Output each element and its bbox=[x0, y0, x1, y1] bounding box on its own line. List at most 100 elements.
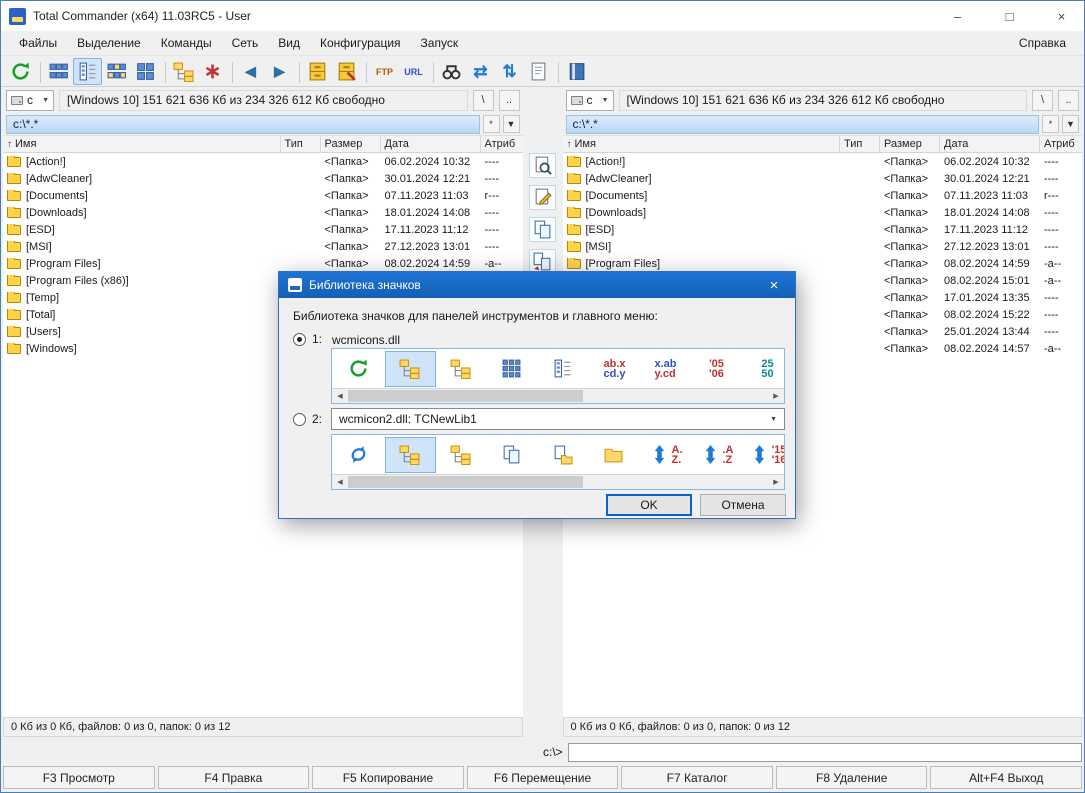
minimize-button[interactable]: – bbox=[935, 1, 980, 31]
file-row[interactable]: [AdwCleaner] <Папка> 30.01.2024 12:21 --… bbox=[3, 170, 523, 187]
ftp-connect-button[interactable]: FTP bbox=[370, 58, 399, 85]
cancel-button[interactable]: Отмена bbox=[700, 494, 786, 516]
column-header[interactable]: Тип bbox=[840, 136, 880, 152]
scrollbar-track[interactable] bbox=[348, 389, 768, 403]
copy-docs-icon[interactable] bbox=[487, 437, 538, 473]
history-button[interactable]: ▼ bbox=[1062, 115, 1079, 133]
pack-files-button[interactable] bbox=[303, 58, 332, 85]
file-row[interactable]: [ESD] <Папка> 17.11.2023 11:12 ---- bbox=[563, 221, 1083, 238]
sort-size-icon[interactable]: 25 50 bbox=[742, 351, 784, 387]
command-input[interactable] bbox=[567, 742, 1082, 762]
file-row[interactable]: [Program Files] <Папка> 08.02.2024 14:59… bbox=[3, 255, 523, 272]
tree-view-icon[interactable] bbox=[436, 351, 487, 387]
history-button[interactable]: ▼ bbox=[502, 115, 520, 133]
dialog-close-button[interactable]: × bbox=[753, 272, 795, 298]
library2-combobox[interactable]: wcmicon2.dll: TCNewLib1 ▼ bbox=[331, 408, 785, 430]
unpack-files-button[interactable] bbox=[332, 58, 361, 85]
function-key-button[interactable]: F6 Перемещение bbox=[466, 766, 619, 789]
strip1-scrollbar[interactable]: ◀ ▶ bbox=[332, 388, 784, 403]
copy-files-button[interactable] bbox=[529, 217, 556, 242]
forward-button[interactable]: ▶ bbox=[265, 58, 294, 85]
sync-dirs-button[interactable]: ⇅ bbox=[495, 58, 524, 85]
menu-item[interactable]: Выделение bbox=[67, 33, 151, 53]
custom-columns-button[interactable] bbox=[131, 58, 160, 85]
sort-year-icon[interactable]: '05'06 bbox=[691, 351, 742, 387]
compare-contents-button[interactable]: ⇄ bbox=[466, 58, 495, 85]
current-path-tab[interactable]: c:\*.* bbox=[6, 114, 480, 134]
sort-ext-icon[interactable]: ab.x cd.y bbox=[589, 351, 640, 387]
scroll-left-button[interactable]: ◀ bbox=[332, 389, 348, 403]
maximize-button[interactable]: □ bbox=[987, 1, 1032, 31]
parent-dir-button[interactable]: .. bbox=[498, 89, 520, 111]
toolbar-separator[interactable] bbox=[553, 59, 562, 84]
strip2-scrollbar[interactable]: ◀ ▶ bbox=[332, 474, 784, 489]
sort-date-icon[interactable]: '15'16 bbox=[742, 437, 784, 473]
ok-button[interactable]: OK bbox=[606, 494, 692, 516]
sort-name-icon[interactable]: A. Z. bbox=[640, 437, 691, 473]
toolbar-separator[interactable] bbox=[294, 59, 303, 84]
function-key-button[interactable]: F5 Копирование bbox=[312, 766, 464, 789]
column-header[interactable]: ↑ Имя bbox=[563, 136, 840, 152]
column-header[interactable]: Тип bbox=[281, 136, 321, 152]
toolbar-separator[interactable] bbox=[227, 59, 236, 84]
file-row[interactable]: [Downloads] <Папка> 18.01.2024 14:08 ---… bbox=[563, 204, 1083, 221]
favorites-button[interactable]: * bbox=[482, 115, 500, 133]
column-header[interactable]: Дата bbox=[381, 136, 481, 152]
function-key-button[interactable]: F7 Каталог bbox=[621, 766, 773, 789]
parent-dir-button[interactable]: .. bbox=[1058, 89, 1079, 111]
edit-file-button[interactable] bbox=[529, 185, 556, 210]
scroll-right-button[interactable]: ▶ bbox=[768, 389, 784, 403]
file-row[interactable]: [MSI] <Папка> 27.12.2023 13:01 ---- bbox=[3, 238, 523, 255]
list-view-icon[interactable] bbox=[538, 351, 589, 387]
file-row[interactable]: [Documents] <Папка> 07.11.2023 11:03 r--… bbox=[3, 187, 523, 204]
menu-item[interactable]: Сеть bbox=[222, 33, 269, 53]
view-file-button[interactable] bbox=[529, 153, 556, 178]
scrollbar-thumb[interactable] bbox=[348, 390, 584, 402]
radio-unchecked-icon[interactable] bbox=[293, 412, 306, 426]
refresh-button[interactable] bbox=[6, 58, 35, 85]
function-key-button[interactable]: F4 Правка bbox=[157, 766, 310, 789]
scroll-left-button[interactable]: ◀ bbox=[332, 475, 348, 489]
file-row[interactable]: [Action!] <Папка> 06.02.2024 10:32 ---- bbox=[563, 153, 1083, 170]
column-header[interactable]: Атриб bbox=[1040, 136, 1082, 152]
folder-icon[interactable] bbox=[589, 437, 640, 473]
brief-view-button[interactable] bbox=[44, 58, 73, 85]
function-key-button[interactable]: F8 Удаление bbox=[775, 766, 928, 789]
ftp-url-button[interactable]: URL bbox=[399, 58, 428, 85]
function-key-button[interactable]: F3 Просмотр bbox=[3, 766, 155, 789]
tree-view-icon-selected[interactable] bbox=[385, 436, 436, 473]
file-row[interactable]: [AdwCleaner] <Папка> 30.01.2024 12:21 --… bbox=[563, 170, 1083, 187]
back-button[interactable]: ◀ bbox=[236, 58, 265, 85]
full-view-button[interactable] bbox=[73, 57, 102, 85]
tree-view-icon[interactable] bbox=[436, 437, 487, 473]
menu-item[interactable]: Запуск bbox=[411, 33, 469, 53]
quick-filter-button[interactable]: ∗ bbox=[198, 58, 227, 85]
multi-rename-button[interactable] bbox=[524, 58, 553, 85]
column-header[interactable]: Дата bbox=[940, 136, 1040, 152]
refresh-icon[interactable] bbox=[334, 351, 385, 387]
menu-item[interactable]: Команды bbox=[151, 33, 222, 53]
file-row[interactable]: [MSI] <Папка> 27.12.2023 13:01 ---- bbox=[563, 238, 1083, 255]
file-row[interactable]: [Documents] <Папка> 07.11.2023 11:03 r--… bbox=[563, 187, 1083, 204]
sort-ext-icon[interactable]: .A .Z bbox=[691, 437, 742, 473]
menu-item[interactable]: Вид bbox=[268, 33, 310, 53]
scrollbar-track[interactable] bbox=[348, 475, 768, 489]
drive-selector[interactable]: c ▼ bbox=[565, 89, 614, 111]
scroll-right-button[interactable]: ▶ bbox=[768, 475, 784, 489]
radio-checked-icon[interactable] bbox=[293, 332, 306, 346]
menu-item-help[interactable]: Справка bbox=[1009, 33, 1076, 53]
column-header[interactable]: Размер bbox=[880, 136, 940, 152]
library1-radio[interactable]: 1: bbox=[293, 332, 322, 346]
toolbar-separator[interactable] bbox=[35, 59, 44, 84]
tree-view-button[interactable] bbox=[169, 58, 198, 85]
file-row[interactable]: [Program Files] <Папка> 08.02.2024 14:59… bbox=[563, 255, 1083, 272]
file-row[interactable]: [Action!] <Папка> 06.02.2024 10:32 ---- bbox=[3, 153, 523, 170]
doc-folder-icon[interactable] bbox=[538, 437, 589, 473]
scrollbar-thumb[interactable] bbox=[348, 476, 584, 488]
file-row[interactable]: [ESD] <Папка> 17.11.2023 11:12 ---- bbox=[3, 221, 523, 238]
menu-item[interactable]: Файлы bbox=[9, 33, 67, 53]
column-header[interactable]: Размер bbox=[321, 136, 381, 152]
close-button[interactable]: × bbox=[1039, 1, 1084, 31]
column-header[interactable]: ↑ Имя bbox=[3, 136, 281, 152]
tree-view-icon-selected[interactable] bbox=[385, 350, 436, 387]
